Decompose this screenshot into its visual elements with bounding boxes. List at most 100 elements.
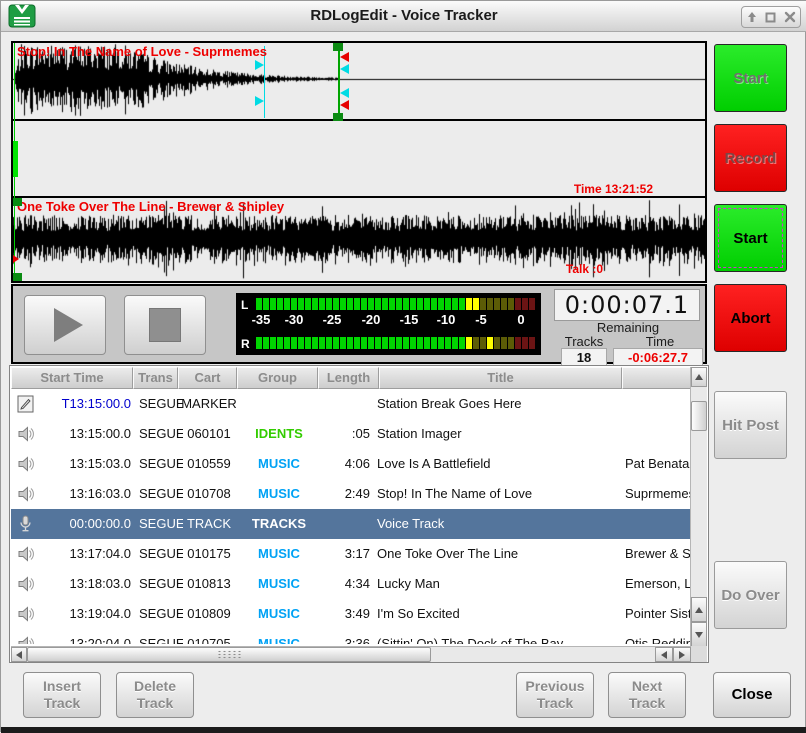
title-bar[interactable]: RDLogEdit - Voice Tracker (1, 1, 806, 32)
speaker-icon (17, 575, 35, 593)
meter-segment (480, 337, 486, 349)
hit-post-button[interactable]: Hit Post (714, 391, 787, 459)
fade-marker-handle[interactable] (333, 43, 343, 51)
header-cart[interactable]: Cart (178, 367, 237, 389)
meter-segment (396, 337, 402, 349)
play-icon (54, 308, 83, 342)
start-2-button[interactable]: Start (714, 204, 787, 272)
end-marker-handle-icon[interactable] (340, 100, 349, 110)
log-row[interactable]: 13:15:03.0SEGUE010559MUSIC4:06Love Is A … (11, 449, 691, 479)
header-length[interactable]: Length (318, 367, 379, 389)
scroll-left-button[interactable] (655, 647, 673, 662)
scroll-left-button[interactable] (11, 647, 27, 662)
meter-segment (494, 298, 500, 310)
scroll-up-button[interactable] (691, 597, 707, 622)
header-trans[interactable]: Trans (133, 367, 178, 389)
start-marker-handle[interactable] (13, 198, 22, 206)
scroll-down-button[interactable] (691, 622, 707, 647)
log-row[interactable]: T13:15:00.0SEGUEMARKERStation Break Goes… (11, 389, 691, 419)
waveform-panes: Stop! In The Name of Love - Suprmemes Ti… (11, 41, 707, 283)
maximize-window-button[interactable] (764, 10, 778, 24)
abort-button[interactable]: Abort (714, 284, 787, 352)
delete-track-button[interactable]: Delete Track (116, 672, 194, 718)
meter-segment (326, 298, 332, 310)
meter-segment (438, 337, 444, 349)
scroll-right-button[interactable] (673, 647, 691, 662)
close-button[interactable]: Close (713, 672, 791, 718)
meter-segment (403, 298, 409, 310)
meter-segment (284, 298, 290, 310)
log-row[interactable]: 13:17:04.0SEGUE010175MUSIC3:17One Toke O… (11, 539, 691, 569)
log-row[interactable]: 00:00:00.0SEGUETRACKTRACKSVoice Track (11, 509, 691, 539)
cell-start-time: 13:19:04.0 (55, 599, 131, 629)
meter-segment (424, 298, 430, 310)
header-blank[interactable] (622, 367, 691, 389)
next-track-button[interactable]: Next Track (608, 672, 686, 718)
cell-trans: SEGUE (139, 629, 183, 644)
play-button[interactable] (24, 295, 106, 355)
vertical-scrollbar[interactable] (690, 367, 707, 647)
do-over-button[interactable]: Do Over (714, 561, 787, 629)
horizontal-scroll-thumb[interactable] (27, 647, 431, 662)
cell-cart: 010708 (179, 479, 239, 509)
cell-group: IDENTS (239, 419, 319, 449)
header-group[interactable]: Group (237, 367, 318, 389)
window-controls (741, 6, 801, 28)
stop-button[interactable] (124, 295, 206, 355)
speaker-icon (17, 485, 35, 503)
meter-segment (501, 298, 507, 310)
cell-title: Station Imager (377, 419, 623, 449)
meter-segment (263, 298, 269, 310)
previous-track-button[interactable]: Previous Track (516, 672, 594, 718)
cell-cart: MARKER (179, 389, 239, 419)
insert-track-button[interactable]: Insert Track (23, 672, 101, 718)
meter-segment (319, 337, 325, 349)
log-row[interactable]: 13:15:00.0SEGUE060101IDENTS:05Station Im… (11, 419, 691, 449)
speaker-icon-cell (17, 455, 37, 473)
fade-marker-handle[interactable] (333, 113, 343, 121)
cell-group: MUSIC (239, 539, 319, 569)
horizontal-scrollbar[interactable] (11, 646, 691, 662)
shade-window-button[interactable] (745, 10, 759, 24)
log-row[interactable]: 13:16:03.0SEGUE010708MUSIC2:49Stop! In T… (11, 479, 691, 509)
talk-marker-handle-icon[interactable] (255, 96, 264, 106)
start-1-button[interactable]: Start (714, 44, 787, 112)
record-button[interactable]: Record (714, 124, 787, 192)
arrow-left-icon (661, 651, 667, 659)
cell-artist (625, 419, 691, 449)
cell-group: MUSIC (239, 629, 319, 644)
meter-scale-label: -30 (285, 312, 304, 327)
tracks-remaining-label: Tracks (549, 334, 619, 349)
meter-segment (487, 298, 493, 310)
meter-scale: -35-30-25-20-15-10-50 (236, 312, 541, 328)
meter-scale-label: -25 (323, 312, 342, 327)
arrow-up-icon (695, 607, 703, 613)
close-window-button[interactable] (783, 10, 797, 24)
start-marker-handle[interactable] (13, 273, 22, 281)
meter-segment (501, 337, 507, 349)
meter-segment (298, 298, 304, 310)
header-start-time[interactable]: Start Time (11, 367, 133, 389)
meter-segment (410, 298, 416, 310)
end-marker-handle-icon[interactable] (340, 52, 349, 62)
talk-marker-handle-icon[interactable] (255, 60, 264, 70)
segue-marker-handle-icon[interactable] (340, 88, 349, 98)
log-row[interactable]: 13:20:04.0SEGUE010705MUSIC3:36(Sittin' O… (11, 629, 691, 644)
vertical-scroll-thumb[interactable] (691, 401, 707, 431)
cell-title: (Sittin' On) The Dock of The Bay (377, 629, 623, 644)
cell-start-time: 13:18:03.0 (55, 569, 131, 599)
meter-segment (347, 298, 353, 310)
meter-segment (466, 298, 472, 310)
start-marker-icon[interactable] (13, 255, 19, 263)
scroll-up-button[interactable] (691, 367, 707, 387)
log-row[interactable]: 13:19:04.0SEGUE010809MUSIC3:49I'm So Exc… (11, 599, 691, 629)
speaker-icon-cell (17, 545, 37, 563)
segue-marker-handle-icon[interactable] (340, 64, 349, 74)
cell-group: MUSIC (239, 449, 319, 479)
speaker-icon-cell (17, 635, 37, 644)
meter-segment (522, 298, 528, 310)
talk-label: Talk :0 (413, 262, 603, 276)
meter-segment (529, 337, 535, 349)
log-row[interactable]: 13:18:03.0SEGUE010813MUSIC4:34Lucky ManE… (11, 569, 691, 599)
header-title[interactable]: Title (379, 367, 622, 389)
